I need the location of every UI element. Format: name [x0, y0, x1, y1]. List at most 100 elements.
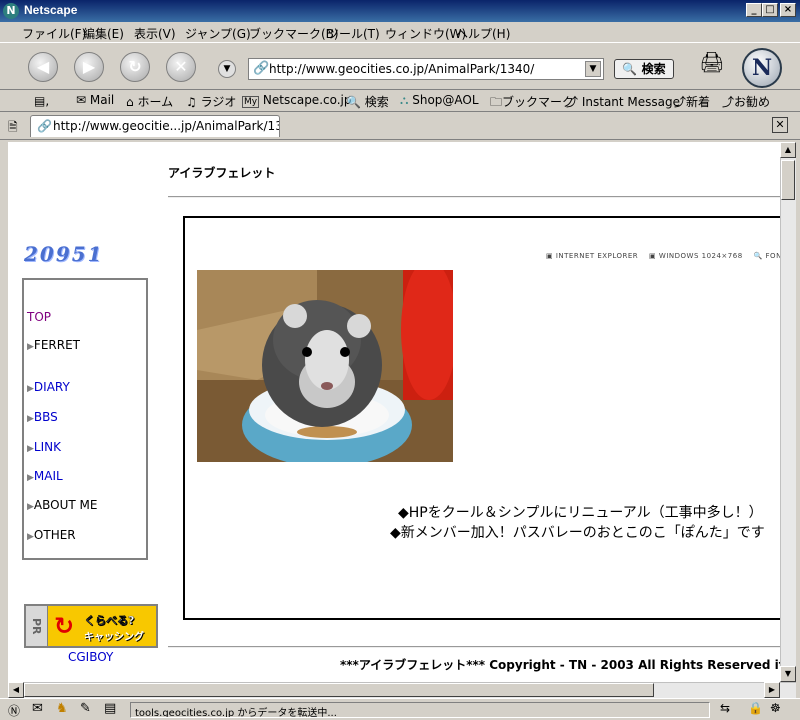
personal-new[interactable]: ⤴新着	[674, 93, 710, 110]
stop-icon[interactable]: ✕	[166, 52, 196, 82]
banner-line2: キャッシング	[84, 632, 144, 643]
nav-link-link[interactable]: ▶LINK	[27, 440, 61, 454]
search-button[interactable]: 🔍 検索	[614, 59, 674, 79]
cgiboy-link[interactable]: CGIBOY	[68, 650, 113, 664]
menu-file[interactable]: ファイル(F)	[22, 25, 86, 42]
menu-bar: ファイル(F) 編集(E) 表示(V) ジャンプ(G) ブックマーク(B) ツー…	[0, 22, 800, 42]
site-title: アイラブフェレット	[168, 166, 276, 180]
personal-search[interactable]: 🔍 検索	[346, 93, 389, 110]
nav-link-other[interactable]: ▶OTHER	[27, 528, 76, 542]
menu-edit[interactable]: 編集(E)	[83, 25, 124, 42]
headphones-icon: ♫	[186, 95, 197, 109]
scroll-down-icon[interactable]: ▼	[780, 666, 796, 682]
menu-bookmarks[interactable]: ブックマーク(B)	[249, 25, 339, 42]
scroll-up-icon[interactable]: ▲	[780, 142, 796, 158]
link-icon: ⤴	[674, 95, 687, 109]
netscape-app-icon: N	[3, 3, 19, 19]
link-icon: ⤴	[722, 95, 735, 109]
tab-active[interactable]: 🔗 http://www.geocitie...jp/AnimalPark/13…	[30, 115, 280, 137]
shop-icon: ⛬	[400, 93, 409, 107]
divider	[168, 196, 780, 198]
triangle-bullet-icon: ▶	[27, 532, 34, 542]
back-arrow-icon[interactable]: ◀	[28, 52, 58, 82]
ferret-photo	[197, 270, 453, 462]
nav-link-top[interactable]: TOP	[27, 310, 51, 324]
search-icon: 🔍	[346, 95, 361, 109]
news-item: ◆新メンバー加入！パスバレーのおとこのこ「ぽんた」です	[390, 525, 765, 541]
triangle-bullet-icon: ▶	[27, 342, 34, 352]
scroll-right-icon[interactable]: ▶	[764, 682, 780, 698]
personal-netscape-cojp[interactable]: My Netscape.co.jp	[242, 93, 352, 108]
personal-bookmarks[interactable]: 🗀ブックマーク	[490, 93, 574, 114]
page-link-icon: 🔗	[253, 61, 270, 76]
netscape-small-icon[interactable]: Ⓝ	[8, 702, 20, 719]
close-tab-icon[interactable]: ✕	[772, 117, 788, 133]
refresh-arrow-icon: ↻	[54, 612, 75, 640]
title-bar: N Netscape _ □ ×	[0, 0, 800, 22]
news-item: ◆HPをクール＆シンプルにリニューアル（工事中多し！）	[398, 505, 763, 521]
url-input[interactable]	[269, 61, 581, 77]
vertical-scrollbar[interactable]	[780, 142, 796, 682]
status-text: tools.geocities.co.jp からデータを転送中...	[130, 702, 710, 718]
my-icon: My	[242, 96, 260, 108]
url-dropdown-icon[interactable]: ▼	[585, 61, 601, 77]
connection-icon: ⇆	[720, 701, 731, 715]
menu-help[interactable]: ヘルプ(H)	[456, 25, 510, 42]
monitor-icon: ▣	[546, 252, 554, 260]
nav-link-ferret[interactable]: ▶FERRET	[27, 338, 80, 352]
print-icon[interactable]: 🖨	[698, 50, 726, 76]
nav-link-bbs[interactable]: ▶BBS	[27, 410, 58, 424]
composer-icon[interactable]: ✎	[80, 701, 91, 716]
nav-link-about-me[interactable]: ▶ABOUT ME	[27, 498, 97, 512]
personal-instant-message[interactable]: ⤴ Instant Message	[566, 93, 680, 110]
copyright-footer: ***アイラブフェレット*** Copyright - TN - 2003 Al…	[340, 658, 780, 672]
personal-home[interactable]: ⌂ ホーム	[126, 93, 173, 110]
triangle-bullet-icon: ▶	[27, 414, 34, 424]
nav-link-diary[interactable]: ▶DIARY	[27, 380, 70, 394]
mail-icon[interactable]: ✉	[32, 701, 43, 716]
maximize-button[interactable]: □	[762, 3, 778, 17]
link-icon: ⤴	[566, 95, 579, 109]
reload-icon[interactable]: ↻	[120, 52, 150, 82]
menu-go[interactable]: ジャンプ(G)	[185, 25, 251, 42]
personal-radio[interactable]: ♫ ラジオ	[186, 93, 236, 110]
vertical-scroll-thumb[interactable]	[781, 160, 795, 200]
folder-icon: 🗀	[490, 95, 503, 109]
pr-label: PR	[26, 606, 48, 646]
divider	[168, 646, 780, 648]
url-bar[interactable]: 🔗 ▼	[248, 58, 604, 80]
close-button[interactable]: ×	[780, 3, 796, 17]
banner-line1: くらべる?	[84, 614, 135, 627]
minimize-button[interactable]: _	[746, 3, 762, 17]
home-icon: ⌂	[126, 95, 134, 109]
personal-shop-aol[interactable]: ⛬ Shop@AOL	[400, 93, 479, 108]
menu-window[interactable]: ウィンドウ(W)	[385, 25, 466, 42]
menu-tools[interactable]: ツール(T)	[327, 25, 380, 42]
scroll-left-icon[interactable]: ◀	[8, 682, 24, 698]
nav-link-mail[interactable]: ▶MAIL	[27, 469, 63, 483]
personal-toolbar-menu-icon[interactable]: ▤,	[34, 94, 49, 108]
monitor-icon: ▣	[649, 252, 657, 260]
personal-mail[interactable]: ✉ Mail	[76, 93, 114, 107]
browser-info: ▣ INTERNET EXPLORER ▣ WINDOWS 1024×768 🔍…	[546, 252, 780, 260]
visit-counter: 20951	[24, 242, 104, 266]
security-icon: 🔒	[748, 701, 763, 715]
page-content: アイラブフェレット 20951 TOP ▶FERRET ▶DIARY ▶BBS ▶LIN…	[8, 142, 780, 682]
personal-recommend[interactable]: ⤴お勧め	[722, 93, 770, 110]
netscape-logo-icon[interactable]: N	[742, 48, 782, 88]
pr-banner[interactable]: PR ↻ くらべる? キャッシング	[24, 604, 158, 648]
new-tab-icon[interactable]: 🗎	[8, 118, 24, 134]
page-link-icon: 🔗	[37, 119, 52, 133]
horizontal-scroll-thumb[interactable]	[24, 683, 654, 697]
window-title: Netscape	[24, 3, 78, 17]
magnifier-icon: 🔍	[622, 62, 638, 76]
cookie-icon: ☸	[770, 701, 781, 715]
instant-messenger-icon[interactable]: ♞	[56, 701, 68, 716]
forward-arrow-icon[interactable]: ▶	[74, 52, 104, 82]
history-dropdown-icon[interactable]: ▼	[218, 60, 236, 78]
triangle-bullet-icon: ▶	[27, 444, 34, 454]
side-navigation: TOP ▶FERRET ▶DIARY ▶BBS ▶LINK ▶MAIL ▶ABOUT ME ▶…	[22, 278, 148, 560]
address-book-icon[interactable]: ▤	[104, 701, 116, 716]
magnifier-icon: 🔍	[753, 252, 763, 260]
menu-view[interactable]: 表示(V)	[134, 25, 176, 42]
